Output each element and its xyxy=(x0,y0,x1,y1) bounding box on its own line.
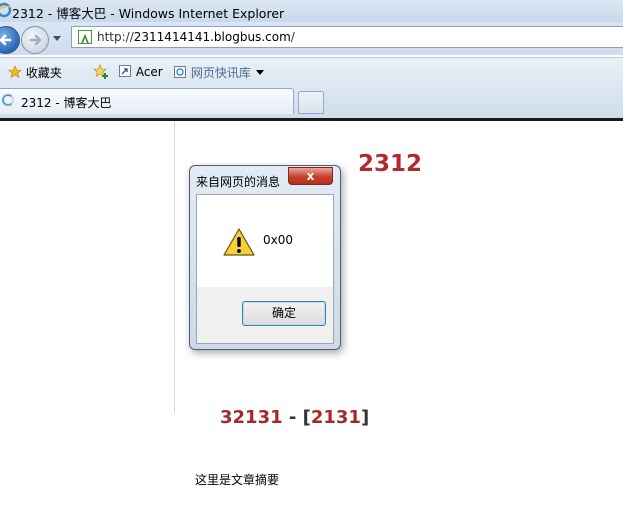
favorites-bar: 收藏夹 Acer 网页快讯库 xyxy=(0,57,623,86)
tab-current[interactable]: 2312 - 博客大巴 xyxy=(0,88,294,114)
post-title-link[interactable]: 32131 xyxy=(220,407,283,428)
warning-icon xyxy=(223,228,255,256)
post-heading: 32131 - [2131] xyxy=(220,407,370,428)
back-button[interactable] xyxy=(0,26,20,54)
dialog-body: 0x00 确定 xyxy=(196,194,334,344)
ok-button[interactable]: 确定 xyxy=(242,301,326,326)
forward-button[interactable] xyxy=(21,26,49,54)
favorite-link-acer[interactable]: Acer xyxy=(118,64,163,79)
tab-label: 2312 - 博客大巴 xyxy=(21,96,112,110)
address-bar[interactable]: http://2311414141.blogbus.com/ xyxy=(71,26,623,48)
post-summary: 这里是文章摘要 xyxy=(195,473,280,487)
ie-logo-icon xyxy=(0,2,12,18)
tab-strip: 2312 - 博客大巴 xyxy=(0,86,623,118)
alert-dialog: 来自网页的消息 x 0x00 确定 xyxy=(189,165,341,350)
add-to-favorites-icon[interactable] xyxy=(93,64,110,80)
loading-spinner-icon xyxy=(2,94,14,106)
dialog-message-area: 0x00 xyxy=(197,195,333,287)
favorite-link-webslice-gallery[interactable]: 网页快讯库 xyxy=(173,64,265,81)
favorites-button[interactable]: 收藏夹 xyxy=(8,64,62,81)
dialog-message: 0x00 xyxy=(263,233,294,247)
ie-page-icon xyxy=(174,66,186,78)
dropdown-arrow-icon xyxy=(255,70,264,75)
back-arrow-icon xyxy=(0,34,12,46)
shortcut-page-icon xyxy=(119,65,131,77)
page-favicon-icon xyxy=(78,30,92,44)
new-tab-button[interactable] xyxy=(298,91,324,114)
sidebar-divider xyxy=(174,121,175,413)
navigation-bar: http://2311414141.blogbus.com/ xyxy=(0,22,623,55)
blog-title[interactable]: 2312 xyxy=(358,151,422,177)
star-icon xyxy=(8,65,22,79)
post-category-link[interactable]: 2131 xyxy=(311,407,361,428)
dialog-title: 来自网页的消息 xyxy=(196,175,281,189)
recent-pages-dropdown-icon[interactable] xyxy=(50,31,64,45)
forward-arrow-icon xyxy=(29,34,42,46)
address-url: http://2311414141.blogbus.com/ xyxy=(97,30,295,44)
window-titlebar: 2312 - 博客大巴 - Windows Internet Explorer xyxy=(0,0,623,22)
window-title: 2312 - 博客大巴 - Windows Internet Explorer xyxy=(12,6,285,21)
dialog-close-button[interactable]: x xyxy=(288,167,333,185)
